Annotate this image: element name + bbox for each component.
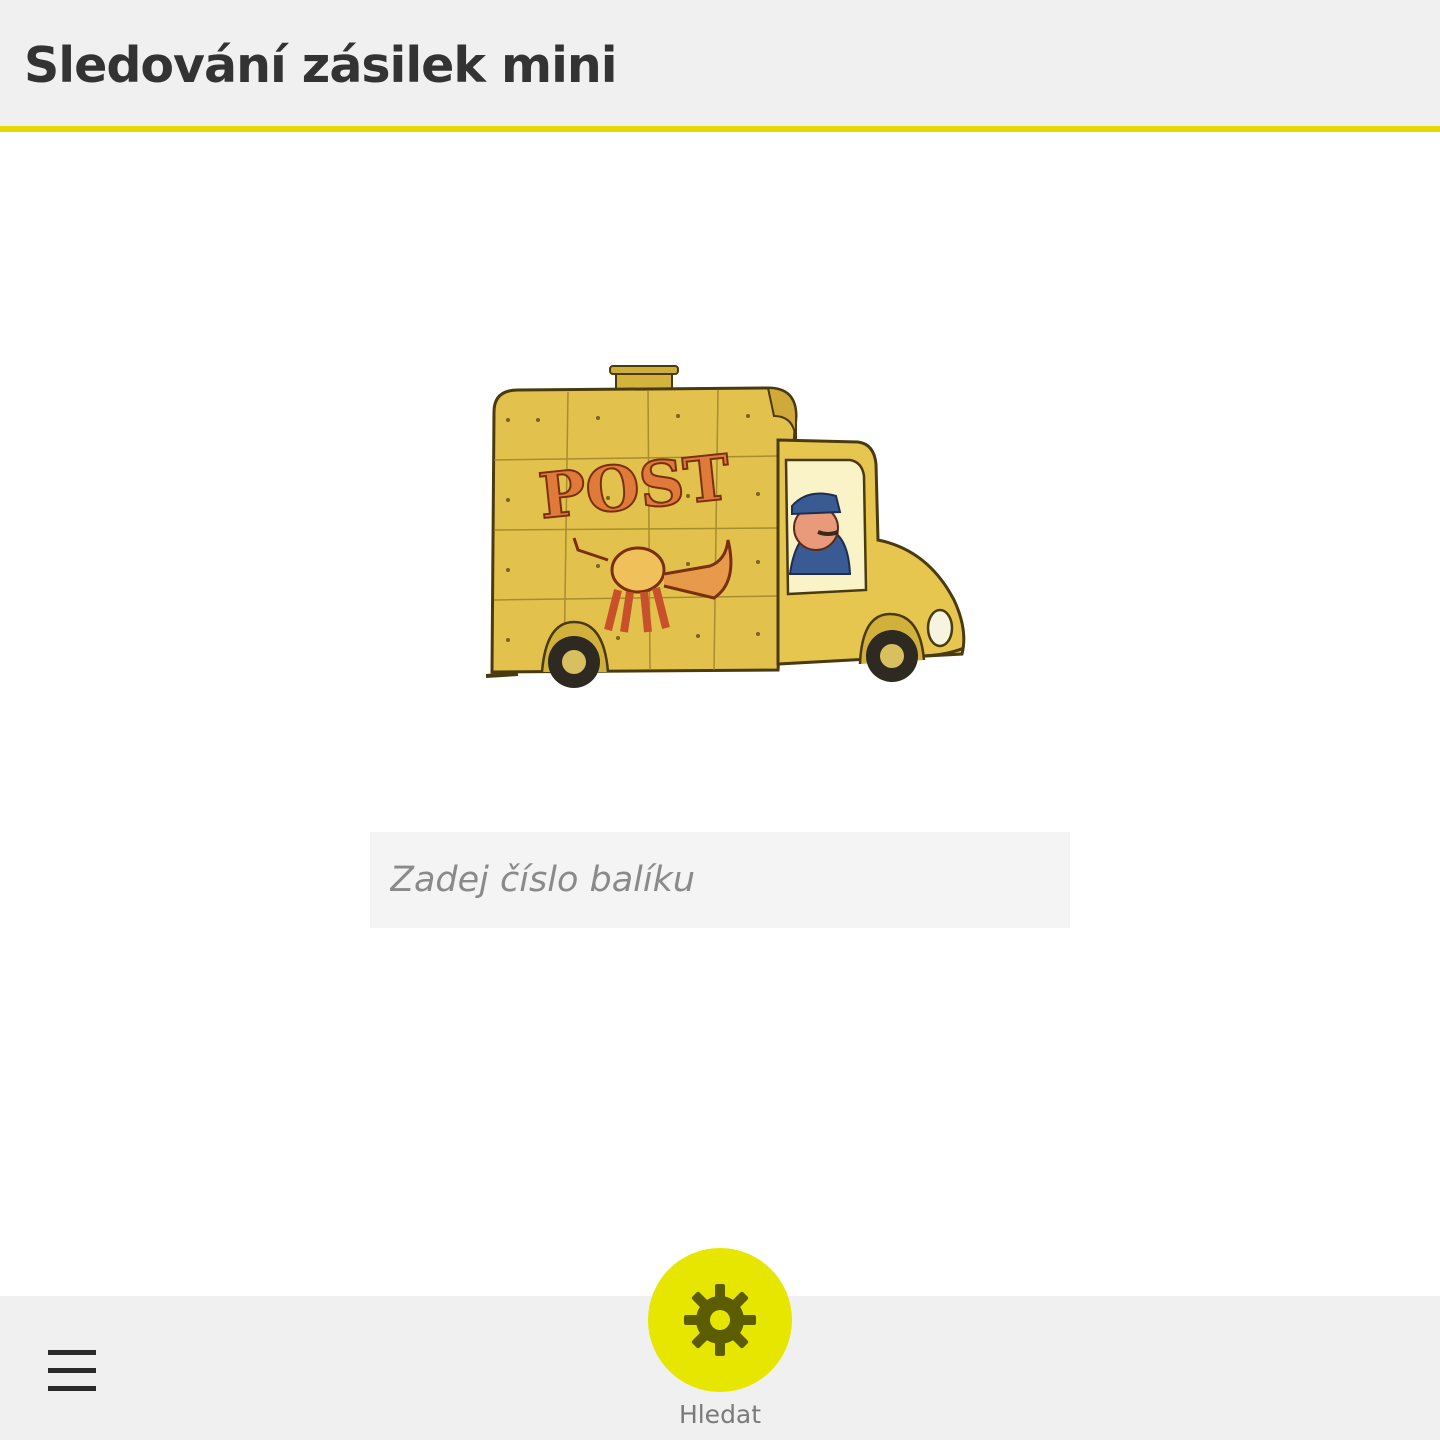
- package-number-input[interactable]: [370, 832, 1070, 928]
- page-title: Sledování zásilek mini: [24, 37, 618, 94]
- search-button[interactable]: [648, 1248, 792, 1392]
- hamburger-menu-icon: [48, 1350, 96, 1355]
- hamburger-menu-icon-bar: [48, 1386, 96, 1391]
- van-headlight: [926, 608, 954, 648]
- post-van-illustration: POST: [478, 360, 970, 700]
- search-button-label: Hledat: [678, 1400, 762, 1429]
- title-bar-accent-line: [0, 126, 1440, 132]
- title-bar: Sledování zásilek mini: [0, 0, 1440, 126]
- gear-icon: [684, 1284, 756, 1356]
- app-screen: Sledování zásilek mini POST Zadej číslo …: [0, 0, 1440, 1440]
- hamburger-menu-button[interactable]: [36, 1336, 108, 1404]
- hamburger-menu-icon-bar: [48, 1368, 96, 1373]
